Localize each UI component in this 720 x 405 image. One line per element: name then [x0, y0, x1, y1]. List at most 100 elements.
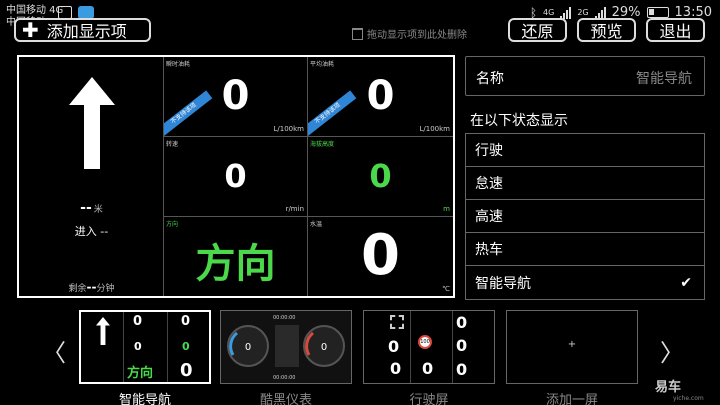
nav-distance-value: --	[80, 200, 92, 216]
thumb-grid-line	[123, 312, 124, 382]
thumb-value: 0	[134, 340, 142, 353]
nav-remain-unit: 分钟	[96, 284, 115, 294]
tile-value: 0	[361, 223, 400, 288]
watermark-brand: 易车	[655, 380, 682, 395]
name-value: 智能导航	[636, 71, 692, 87]
center-info-panel	[275, 325, 299, 367]
conditions-title: 在以下状态显示	[470, 113, 568, 129]
signal-bars-icon	[560, 6, 572, 19]
restore-button[interactable]: 还原	[508, 18, 567, 42]
add-screen-thumb[interactable]: +	[506, 310, 638, 384]
thumb-value: 0	[388, 337, 400, 356]
chevron-right-icon[interactable]: 〉	[660, 333, 684, 368]
drag-hint-text: 拖动显示项到此处删除	[367, 30, 467, 41]
tile-unit: L/100km	[273, 125, 305, 133]
condition-label: 高速	[475, 209, 503, 225]
direction-tile[interactable]: 方向 方向	[164, 217, 308, 296]
screen-label: 智能导航	[118, 393, 171, 405]
screen-preview[interactable]: -- 米 进入 -- 剩余--分钟 瞬时油耗 0 不支持该项 L/100km 平均…	[17, 55, 455, 298]
tile-label: 平均油耗	[310, 61, 335, 68]
signal-bars-icon-2	[594, 6, 606, 19]
navigation-tile[interactable]: -- 米 进入 -- 剩余--分钟	[19, 57, 164, 296]
screen-label: 行驶屏	[409, 393, 449, 405]
thumb-grid-line	[167, 312, 168, 382]
thumb-value: 0	[133, 314, 143, 329]
screen-label: 酷黑仪表	[259, 393, 312, 405]
thumb-value: 0	[456, 360, 468, 379]
condition-label: 怠速	[475, 176, 503, 192]
instant-fuel-tile[interactable]: 瞬时油耗 0 不支持该项 L/100km	[164, 57, 308, 137]
nav-remaining-time: 剩余--分钟	[19, 280, 164, 294]
camera-frame-icon	[390, 315, 404, 329]
thumb-value: 0	[181, 314, 191, 329]
straight-arrow-icon	[69, 77, 115, 169]
thumb-value: 0	[180, 360, 193, 381]
conditions-list: 行驶 怠速 高速 热车 智能导航 ✔	[465, 133, 705, 300]
nav-enter-road: 进入 --	[74, 225, 109, 238]
condition-label: 热车	[475, 242, 503, 258]
thumb-direction: 方向	[127, 366, 154, 381]
thumb-value: 0	[456, 336, 468, 355]
add-display-item-button[interactable]: ✚ 添加显示项	[14, 18, 151, 42]
screen-thumb-dark-gauges[interactable]: 00:00:00 0 0 00:00:00	[220, 310, 352, 384]
tile-label: 方向	[166, 221, 179, 228]
nav-remain-prefix: 剩余	[68, 284, 87, 294]
speed-gauge-icon: 0	[227, 325, 269, 367]
speed-limit-value: 100	[420, 339, 430, 345]
altitude-tile[interactable]: 海拔高度 0 m	[308, 137, 453, 217]
tile-value: 0	[369, 157, 392, 195]
battery-icon	[646, 7, 669, 18]
condition-label: 智能导航	[475, 275, 531, 292]
tile-unit: L/100km	[419, 125, 451, 133]
condition-warmup[interactable]: 热车	[466, 233, 704, 266]
condition-label: 行驶	[475, 143, 503, 159]
network-type-1: 4G	[543, 8, 555, 17]
condition-smart-nav[interactable]: 智能导航 ✔	[466, 266, 704, 299]
trash-icon	[352, 27, 363, 40]
tile-value: 0	[224, 157, 247, 195]
thumb-clock: 00:00:00	[273, 315, 296, 321]
thumb-value: 0	[422, 359, 434, 378]
thumb-grid-line	[452, 311, 453, 383]
watermark-site: yiche.com	[673, 395, 704, 402]
thumb-value: 0	[390, 359, 402, 378]
screen-label: 添加一屏	[545, 393, 598, 405]
nav-distance: -- 米	[19, 200, 164, 216]
condition-idle[interactable]: 怠速	[466, 167, 704, 200]
thumb-value: 0	[182, 340, 190, 353]
screen-thumb-smart-nav[interactable]: 0 0 0 0 方向 0	[79, 310, 211, 384]
tile-label: 转速	[166, 141, 179, 148]
condition-highway[interactable]: 高速	[466, 200, 704, 233]
tile-unit: r/min	[285, 205, 304, 213]
preview-button[interactable]: 预览	[577, 18, 636, 42]
drag-delete-zone[interactable]: 拖动显示项到此处删除	[352, 26, 467, 41]
nav-remain-value: --	[86, 280, 97, 294]
svg-text:0: 0	[245, 342, 251, 353]
condition-driving[interactable]: 行驶	[466, 134, 704, 167]
screen-thumb-driving[interactable]: 100 0 0 0 0 0 0	[363, 310, 495, 384]
average-fuel-tile[interactable]: 平均油耗 0 不支持该项 L/100km	[308, 57, 453, 137]
name-field[interactable]: 名称 智能导航	[465, 56, 705, 96]
rpm-gauge-icon: 0	[303, 325, 345, 367]
network-type-2: 2G	[577, 8, 589, 17]
tile-unit: m	[443, 205, 450, 213]
thumb-value: 0	[456, 313, 468, 332]
add-display-item-label: 添加显示项	[46, 22, 127, 41]
name-label: 名称	[476, 71, 504, 87]
tile-label: 海拔高度	[310, 141, 335, 148]
checkmark-icon: ✔	[680, 274, 692, 291]
thumb-grid-line	[410, 311, 411, 383]
svg-text:0: 0	[321, 342, 327, 353]
tile-value: 方向	[195, 241, 276, 287]
rpm-tile[interactable]: 转速 0 r/min	[164, 137, 308, 217]
chevron-left-icon[interactable]: 〈	[42, 333, 66, 368]
plus-icon: +	[567, 339, 577, 350]
thumb-clock: 00:00:00	[273, 375, 296, 381]
exit-button[interactable]: 退出	[646, 18, 705, 42]
water-temp-tile[interactable]: 水温 0 ℃	[308, 217, 453, 296]
tile-label: 瞬时油耗	[166, 61, 191, 68]
tile-unit: ℃	[442, 285, 450, 293]
nav-distance-unit: 米	[93, 205, 103, 215]
plus-icon: ✚	[22, 18, 39, 42]
straight-arrow-icon	[96, 317, 110, 345]
